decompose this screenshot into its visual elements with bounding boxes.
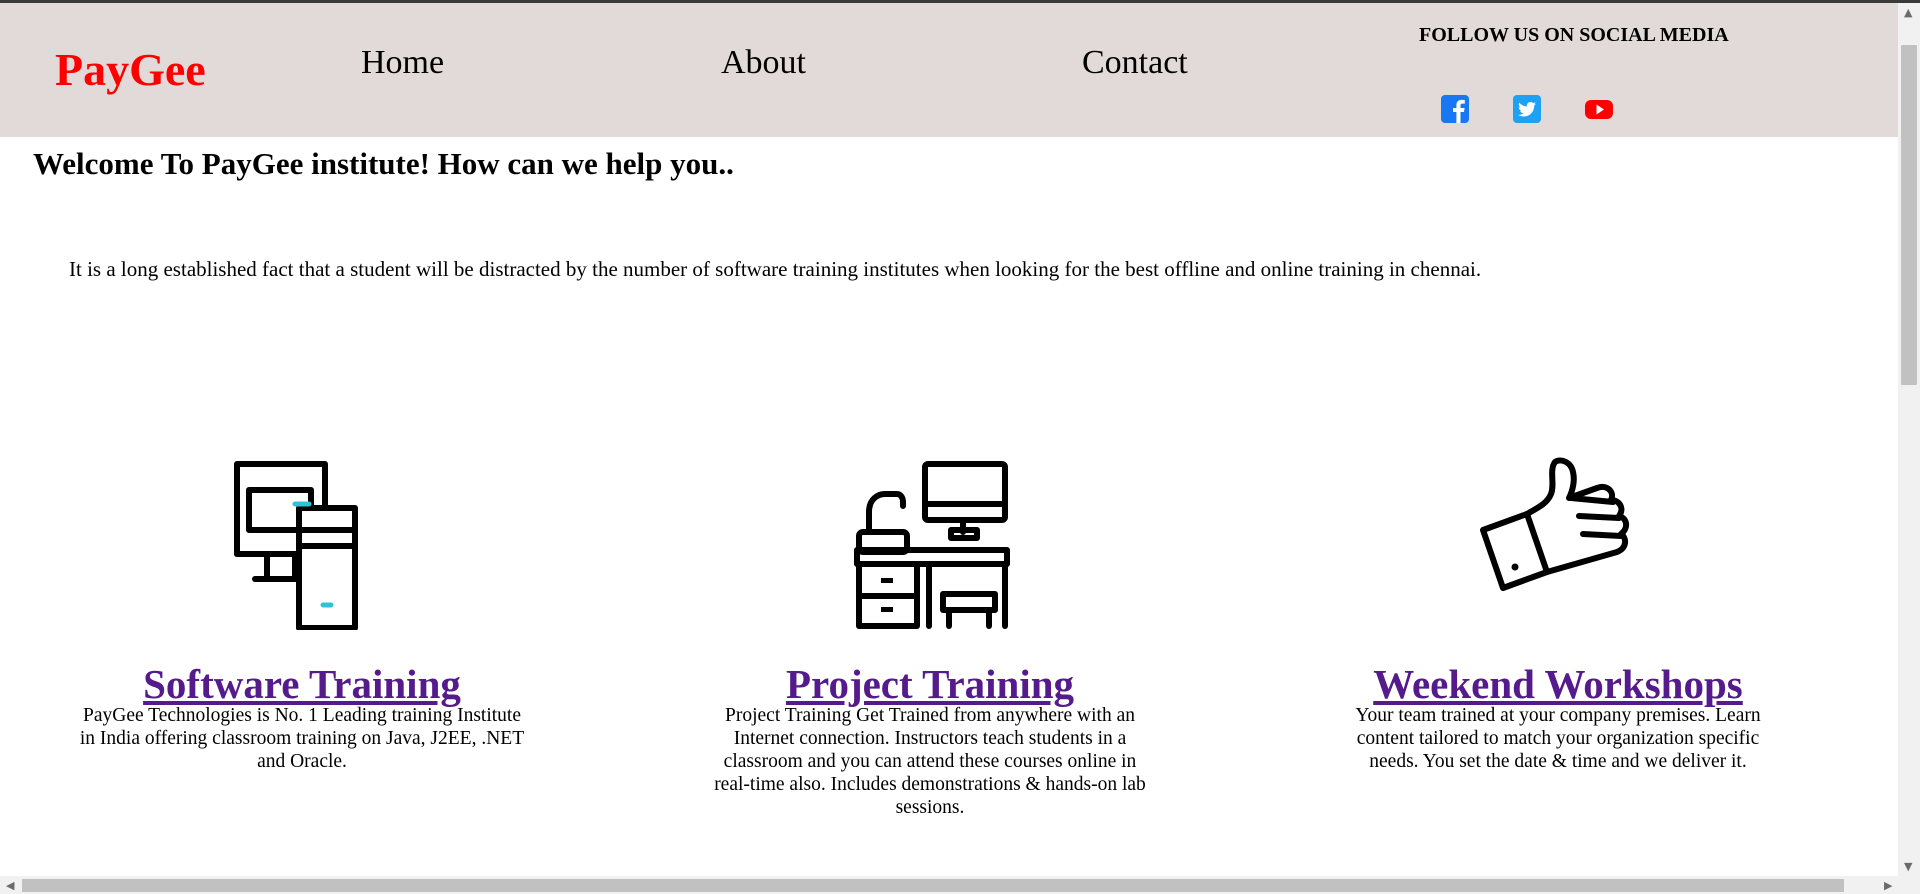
welcome-heading: Welcome To PayGee institute! How can we … xyxy=(33,146,734,181)
project-training-link[interactable]: Project Training xyxy=(695,660,1165,708)
service-card-project: Project Training Project Training Get Tr… xyxy=(695,450,1165,819)
scroll-left-arrow-icon[interactable]: ◀ xyxy=(6,879,14,892)
youtube-icon[interactable] xyxy=(1584,94,1614,124)
software-training-link[interactable]: Software Training xyxy=(67,660,537,708)
scroll-up-arrow-icon[interactable]: ▲ xyxy=(1904,6,1912,19)
software-training-description: PayGee Technologies is No. 1 Leading tra… xyxy=(79,705,525,772)
project-training-description: Project Training Get Trained from anywhe… xyxy=(714,705,1146,818)
nav-contact-link[interactable]: Contact xyxy=(1082,44,1188,82)
service-card-software: Software Training PayGee Technologies is… xyxy=(67,450,537,773)
thumbs-up-icon xyxy=(1480,457,1629,591)
computer-icon xyxy=(234,461,358,630)
scroll-down-arrow-icon[interactable]: ▼ xyxy=(1904,860,1912,873)
weekend-workshops-description: Your team trained at your company premis… xyxy=(1355,705,1761,772)
weekend-workshops-link[interactable]: Weekend Workshops xyxy=(1323,660,1793,708)
desk-workstation-icon xyxy=(854,461,1010,629)
scroll-right-arrow-icon[interactable]: ▶ xyxy=(1884,879,1892,892)
twitter-icon[interactable] xyxy=(1512,94,1542,124)
nav-home-link[interactable]: Home xyxy=(361,44,444,82)
vertical-scrollbar-thumb[interactable] xyxy=(1901,45,1917,385)
horizontal-scrollbar-thumb[interactable] xyxy=(22,879,1844,892)
intro-paragraph: It is a long established fact that a stu… xyxy=(69,257,1482,281)
service-card-weekend: Weekend Workshops Your team trained at y… xyxy=(1323,450,1793,773)
social-media-heading: FOLLOW US ON SOCIAL MEDIA xyxy=(1419,24,1729,46)
facebook-icon[interactable] xyxy=(1440,94,1470,124)
nav-about-link[interactable]: About xyxy=(721,44,806,82)
brand-logo[interactable]: PayGee xyxy=(55,43,206,96)
site-header: PayGee Home About Contact FOLLOW US ON S… xyxy=(0,3,1898,137)
